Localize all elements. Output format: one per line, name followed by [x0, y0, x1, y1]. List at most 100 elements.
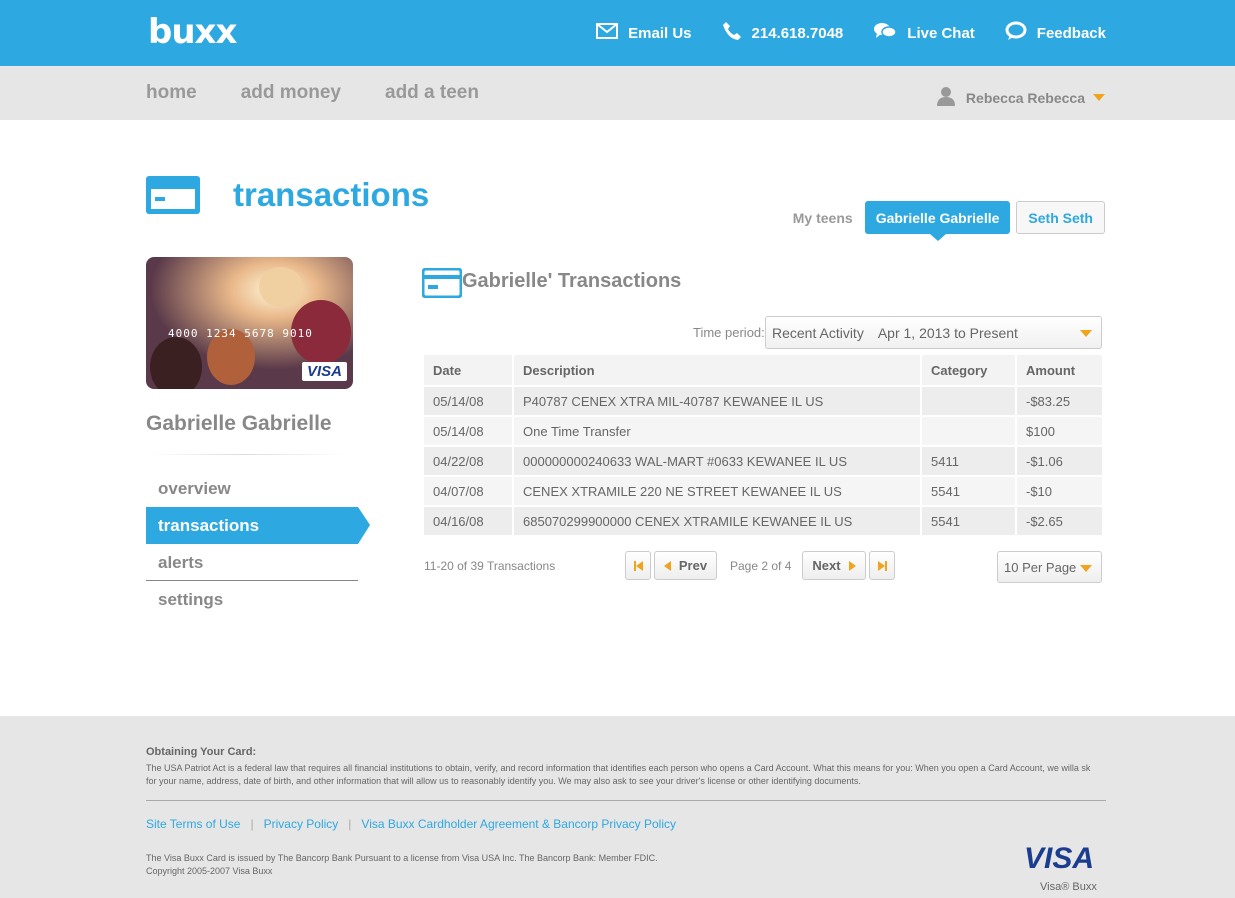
prev-button[interactable]: Prev	[654, 551, 717, 580]
footer-legal: The Visa Buxx Card is issued by The Banc…	[146, 852, 658, 878]
user-name: Rebecca Rebecca	[965, 89, 1085, 106]
main-nav: home add money add a teen Rebecca Rebecc…	[0, 66, 1235, 120]
time-period-label: Time period:	[693, 325, 765, 340]
footer-notice: The USA Patriot Act is a federal law tha…	[146, 763, 1091, 786]
cell-description: One Time Transfer	[514, 417, 920, 445]
table-row: 05/14/08 One Time Transfer $100	[424, 417, 1102, 445]
credit-card-icon	[146, 176, 200, 219]
column-header-category[interactable]: Category	[922, 355, 1015, 385]
first-page-button[interactable]	[625, 551, 651, 580]
footer-link-agreement[interactable]: Visa Buxx Cardholder Agreement & Bancorp…	[361, 817, 676, 831]
legal-issuer: The Visa Buxx Card is issued by The Banc…	[146, 853, 658, 863]
user-menu[interactable]: Rebecca Rebecca	[936, 86, 1105, 109]
chevron-right-icon	[848, 560, 856, 571]
page-title: transactions	[233, 176, 430, 213]
phone-icon	[722, 21, 752, 45]
next-label: Next	[812, 558, 841, 573]
page-indicator: Page 2 of 4	[730, 559, 792, 573]
live-chat-link[interactable]: Live Chat	[873, 21, 975, 45]
chevron-left-icon	[663, 560, 671, 571]
card-visa-logo: VISA	[301, 362, 347, 381]
chevron-down-icon	[1080, 565, 1092, 572]
transactions-table: Date Description Category Amount 05/14/0…	[422, 353, 1104, 537]
teen-tab-gabrielle[interactable]: Gabrielle Gabrielle	[864, 201, 1011, 241]
footer-heading: Obtaining Your Card:	[146, 746, 257, 758]
time-period-select[interactable]: Recent Activity Apr 1, 2013 to Present	[765, 316, 1102, 349]
cell-category: 5541	[922, 477, 1015, 505]
table-header-row: Date Description Category Amount	[424, 355, 1102, 385]
cell-amount: -$1.06	[1017, 447, 1102, 475]
cell-description: CENEX XTRAMILE 220 NE STREET KEWANEE IL …	[514, 477, 920, 505]
last-page-icon	[877, 560, 887, 571]
cell-amount: -$10	[1017, 477, 1102, 505]
sidebar-item-overview[interactable]: overview	[146, 470, 358, 507]
visa-logo: VISA	[1024, 842, 1095, 875]
credit-card-icon	[421, 267, 463, 303]
last-page-button[interactable]	[869, 551, 895, 580]
table-row: 04/16/08 685070299900000 CENEX XTRAMILE …	[424, 507, 1102, 535]
live-chat-label: Live Chat	[907, 24, 975, 42]
cell-date: 04/16/08	[424, 507, 512, 535]
cell-date: 05/14/08	[424, 387, 512, 415]
cell-date: 04/22/08	[424, 447, 512, 475]
chevron-down-icon	[1093, 94, 1105, 101]
per-page-value: 10 Per Page	[1004, 559, 1077, 575]
chevron-down-icon	[1080, 330, 1092, 337]
period-range: Apr 1, 2013 to Present	[877, 324, 1018, 341]
top-bar: buxx Email Us 214.618.7048 Live Chat Fee…	[0, 0, 1235, 66]
speech-bubble-icon	[1005, 21, 1037, 45]
phone-number: 214.618.7048	[751, 24, 844, 42]
chat-bubbles-icon	[873, 21, 907, 45]
prev-label: Prev	[678, 558, 708, 573]
footer-link-terms[interactable]: Site Terms of Use	[146, 817, 240, 831]
teen-card-image: 4000 1234 5678 9010 VISA	[146, 257, 353, 389]
legal-copyright: Copyright 2005-2007 Visa Buxx	[146, 866, 273, 876]
footer-link-privacy[interactable]: Privacy Policy	[264, 817, 339, 831]
per-page-select[interactable]: 10 Per Page	[997, 551, 1102, 583]
buxx-logo[interactable]: buxx	[148, 12, 237, 52]
footer: Obtaining Your Card: The USA Patriot Act…	[0, 716, 1235, 898]
email-us-link[interactable]: Email Us	[596, 23, 692, 43]
column-header-amount[interactable]: Amount	[1017, 355, 1102, 385]
phone-link[interactable]: 214.618.7048	[722, 21, 844, 45]
nav-add-money[interactable]: add money	[241, 82, 341, 104]
cell-description: 685070299900000 CENEX XTRAMILE KEWANEE I…	[514, 507, 920, 535]
nav-home[interactable]: home	[146, 82, 197, 104]
cell-description: 000000000240633 WAL-MART #0633 KEWANEE I…	[514, 447, 920, 475]
table-row: 04/22/08 000000000240633 WAL-MART #0633 …	[424, 447, 1102, 475]
table-row: 04/07/08 CENEX XTRAMILE 220 NE STREET KE…	[424, 477, 1102, 505]
sidebar-item-alerts[interactable]: alerts	[146, 544, 358, 581]
sidebar-item-transactions[interactable]: transactions	[146, 507, 370, 544]
teen-tab-seth[interactable]: Seth Seth	[1016, 201, 1105, 234]
cell-date: 05/14/08	[424, 417, 512, 445]
nav-add-teen[interactable]: add a teen	[385, 82, 479, 104]
top-links: Email Us 214.618.7048 Live Chat Feedback	[566, 0, 1106, 66]
sidebar-item-settings[interactable]: settings	[146, 581, 358, 618]
link-separator: |	[250, 817, 254, 831]
cell-amount: -$83.25	[1017, 387, 1102, 415]
cell-amount: $100	[1017, 417, 1102, 445]
card-number: 4000 1234 5678 9010	[168, 327, 313, 340]
email-us-label: Email Us	[628, 24, 692, 42]
feedback-link[interactable]: Feedback	[1005, 21, 1106, 45]
visa-buxx-label: Visa® Buxx	[1040, 881, 1097, 893]
teen-switcher: My teens Gabrielle Gabrielle Seth Seth	[792, 201, 1105, 241]
column-header-date[interactable]: Date	[424, 355, 512, 385]
cell-category: 5541	[922, 507, 1015, 535]
first-page-icon	[633, 560, 643, 571]
table-row: 05/14/08 P40787 CENEX XTRA MIL-40787 KEW…	[424, 387, 1102, 415]
footer-links: Site Terms of Use | Privacy Policy | Vis…	[146, 817, 676, 831]
cell-category	[922, 387, 1015, 415]
cell-date: 04/07/08	[424, 477, 512, 505]
user-icon	[936, 86, 956, 109]
cell-description: P40787 CENEX XTRA MIL-40787 KEWANEE IL U…	[514, 387, 920, 415]
transactions-title: Gabrielle' Transactions	[462, 270, 682, 292]
my-teens-label: My teens	[792, 209, 853, 226]
next-button[interactable]: Next	[802, 551, 866, 580]
column-header-description[interactable]: Description	[514, 355, 920, 385]
divider	[146, 454, 346, 455]
cell-amount: -$2.65	[1017, 507, 1102, 535]
cell-category	[922, 417, 1015, 445]
period-option: Recent Activity	[772, 324, 864, 341]
transaction-count: 11-20 of 39 Transactions	[424, 559, 556, 573]
